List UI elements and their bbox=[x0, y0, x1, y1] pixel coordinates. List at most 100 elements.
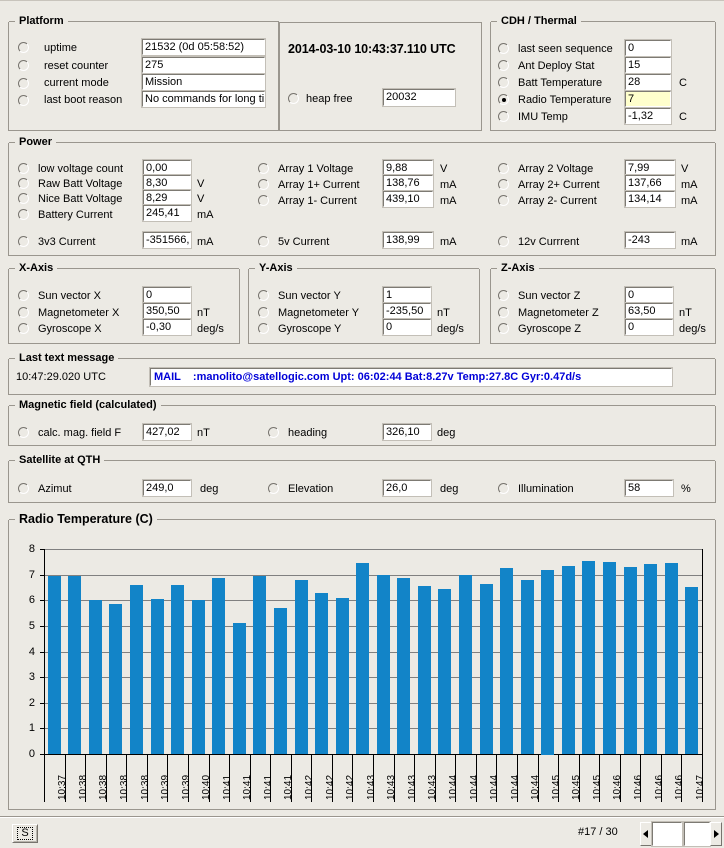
chart-bar[interactable] bbox=[356, 563, 369, 754]
field-azimut[interactable]: 249,0 bbox=[142, 479, 192, 497]
radio-gyroscope-y[interactable] bbox=[258, 323, 269, 334]
field-array1-plus-current[interactable]: 138,76 bbox=[382, 174, 434, 192]
chart-bar[interactable] bbox=[603, 562, 616, 754]
chart-bar[interactable] bbox=[541, 570, 554, 755]
chart-bar[interactable] bbox=[459, 575, 472, 754]
field-array1-minus-current[interactable]: 439,10 bbox=[382, 190, 434, 208]
page-input-left[interactable] bbox=[651, 821, 683, 847]
radio-heap-free[interactable] bbox=[288, 93, 299, 104]
radio-nice-batt-voltage[interactable] bbox=[18, 193, 29, 204]
prev-page-button[interactable] bbox=[640, 822, 652, 846]
radio-batt-temperature[interactable] bbox=[498, 77, 509, 88]
chart-bar[interactable] bbox=[582, 561, 595, 754]
chart-bar[interactable] bbox=[171, 585, 184, 754]
radio-magnetometer-y[interactable] bbox=[258, 307, 269, 318]
field-3v3-current[interactable]: -351566, bbox=[142, 231, 192, 249]
radio-magnetometer-z[interactable] bbox=[498, 307, 509, 318]
radio-radio-temperature[interactable] bbox=[498, 94, 509, 105]
field-array2-minus-current[interactable]: 134,14 bbox=[624, 190, 676, 208]
last-message-text[interactable]: MAIL :manolito@satellogic.com Upt: 06:02… bbox=[149, 367, 673, 387]
field-5v-current[interactable]: 138,99 bbox=[382, 231, 434, 249]
next-page-button[interactable] bbox=[710, 822, 722, 846]
chart-bar[interactable] bbox=[562, 566, 575, 754]
field-array2-voltage[interactable]: 7,99 bbox=[624, 159, 676, 177]
radio-low-voltage-count[interactable] bbox=[18, 163, 29, 174]
radio-last-boot-reason[interactable] bbox=[18, 95, 29, 106]
field-heap-free[interactable]: 20032 bbox=[382, 88, 456, 107]
chart-bar[interactable] bbox=[68, 576, 81, 754]
field-uptime[interactable]: 21532 (0d 05:58:52) bbox=[141, 38, 266, 56]
field-sun-vector-y[interactable]: 1 bbox=[382, 286, 432, 304]
field-imu-temp[interactable]: -1,32 bbox=[624, 107, 672, 125]
field-ant-deploy-stat[interactable]: 15 bbox=[624, 56, 672, 74]
field-calc-mag-field-f[interactable]: 427,02 bbox=[142, 423, 192, 441]
radio-temperature-bar-chart[interactable]: 0 1 2 3 4 5 6 7 8 10:37 10:38 10:38 10:38 10:38 10:39 1… bbox=[16, 541, 708, 806]
field-battery-current[interactable]: 245,41 bbox=[142, 204, 192, 222]
chart-bar[interactable] bbox=[377, 575, 390, 754]
field-12v-current[interactable]: -243 bbox=[624, 231, 676, 249]
chart-bar[interactable] bbox=[500, 568, 513, 754]
field-gyroscope-y[interactable]: 0 bbox=[382, 318, 432, 336]
radio-current-mode[interactable] bbox=[18, 78, 29, 89]
chart-bar[interactable] bbox=[315, 593, 328, 754]
chart-bar[interactable] bbox=[336, 598, 349, 754]
radio-array1-plus-current[interactable] bbox=[258, 179, 269, 190]
chart-bar[interactable] bbox=[274, 608, 287, 754]
chart-bar[interactable] bbox=[644, 564, 657, 754]
radio-magnetometer-x[interactable] bbox=[18, 307, 29, 318]
page-input-right[interactable] bbox=[683, 821, 711, 847]
radio-5v-current[interactable] bbox=[258, 236, 269, 247]
radio-array2-plus-current[interactable] bbox=[498, 179, 509, 190]
radio-array1-voltage[interactable] bbox=[258, 163, 269, 174]
radio-sun-vector-x[interactable] bbox=[18, 290, 29, 301]
radio-ant-deploy-stat[interactable] bbox=[498, 60, 509, 71]
field-magnetometer-x[interactable]: 350,50 bbox=[142, 302, 192, 320]
field-sun-vector-x[interactable]: 0 bbox=[142, 286, 192, 304]
field-nice-batt-voltage[interactable]: 8,29 bbox=[142, 189, 192, 207]
chart-bar[interactable] bbox=[151, 599, 164, 754]
radio-azimut[interactable] bbox=[18, 483, 29, 494]
field-last-boot-reason[interactable]: No commands for long ti bbox=[141, 90, 266, 108]
radio-sun-vector-y[interactable] bbox=[258, 290, 269, 301]
radio-uptime[interactable] bbox=[18, 42, 29, 53]
radio-heading[interactable] bbox=[268, 427, 279, 438]
chart-bar[interactable] bbox=[233, 623, 246, 754]
field-gyroscope-z[interactable]: 0 bbox=[624, 318, 674, 336]
field-raw-batt-voltage[interactable]: 8,30 bbox=[142, 174, 192, 192]
field-illumination[interactable]: 58 bbox=[624, 479, 674, 497]
field-reset-counter[interactable]: 275 bbox=[141, 56, 266, 74]
field-elevation[interactable]: 26,0 bbox=[382, 479, 432, 497]
chart-bar[interactable] bbox=[397, 578, 410, 754]
field-array2-plus-current[interactable]: 137,66 bbox=[624, 174, 676, 192]
chart-bar[interactable] bbox=[624, 567, 637, 754]
radio-array1-minus-current[interactable] bbox=[258, 195, 269, 206]
field-gyroscope-x[interactable]: -0,30 bbox=[142, 318, 192, 336]
chart-bar[interactable] bbox=[418, 586, 431, 754]
chart-bar[interactable] bbox=[89, 600, 102, 754]
chart-bar[interactable] bbox=[192, 600, 205, 754]
field-heading[interactable]: 326,10 bbox=[382, 423, 432, 441]
radio-illumination[interactable] bbox=[498, 483, 509, 494]
radio-array2-voltage[interactable] bbox=[498, 163, 509, 174]
chart-bar[interactable] bbox=[253, 576, 266, 754]
radio-raw-batt-voltage[interactable] bbox=[18, 178, 29, 189]
radio-imu-temp[interactable] bbox=[498, 111, 509, 122]
chart-bar[interactable] bbox=[295, 580, 308, 754]
radio-3v3-current[interactable] bbox=[18, 236, 29, 247]
field-array1-voltage[interactable]: 9,88 bbox=[382, 159, 434, 177]
chart-bar[interactable] bbox=[685, 587, 698, 754]
field-current-mode[interactable]: Mission bbox=[141, 73, 266, 91]
chart-bar[interactable] bbox=[521, 580, 534, 754]
radio-calc-mag-field-f[interactable] bbox=[18, 427, 29, 438]
field-magnetometer-z[interactable]: 63,50 bbox=[624, 302, 674, 320]
field-low-voltage-count[interactable]: 0,00 bbox=[142, 159, 192, 177]
chart-bar[interactable] bbox=[130, 585, 143, 754]
field-last-seen-sequence[interactable]: 0 bbox=[624, 39, 672, 57]
field-magnetometer-y[interactable]: -235,50 bbox=[382, 302, 432, 320]
chart-bar[interactable] bbox=[109, 604, 122, 754]
chart-bar[interactable] bbox=[665, 563, 678, 754]
radio-reset-counter[interactable] bbox=[18, 60, 29, 71]
field-radio-temperature[interactable]: 7 bbox=[624, 90, 672, 108]
radio-gyroscope-x[interactable] bbox=[18, 323, 29, 334]
radio-last-seen-sequence[interactable] bbox=[498, 43, 509, 54]
